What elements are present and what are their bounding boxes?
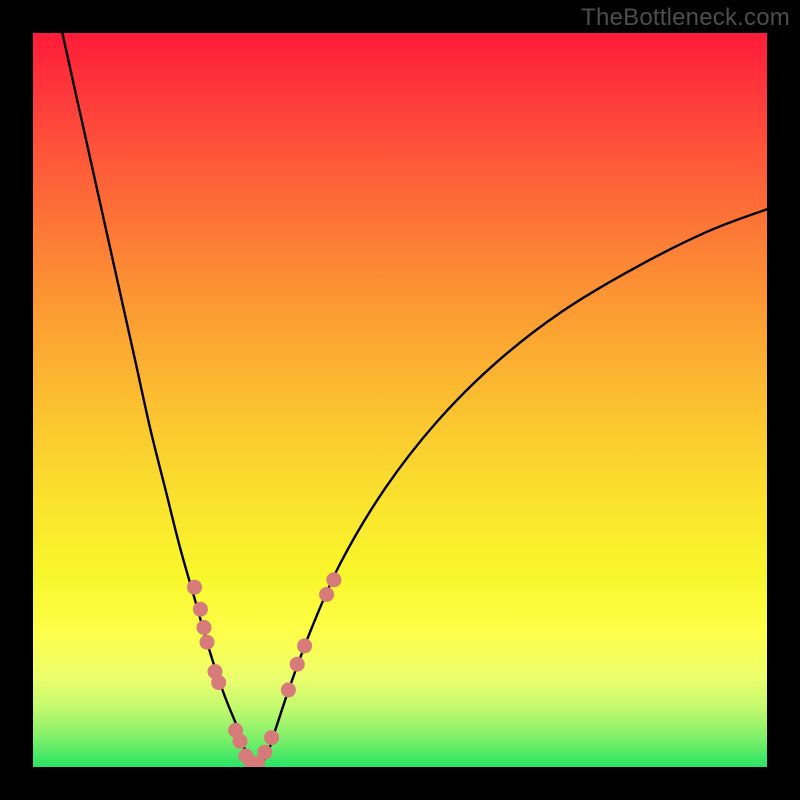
highlight-dot [264, 730, 279, 745]
highlight-dot [297, 638, 312, 653]
highlight-dot [233, 734, 248, 749]
bottleneck-curve [62, 33, 767, 765]
highlight-dot [197, 620, 212, 635]
highlight-dot [281, 682, 296, 697]
highlight-dots [187, 572, 341, 767]
watermark-text: TheBottleneck.com [581, 4, 790, 32]
curve-layer [33, 33, 767, 767]
highlight-dot [326, 572, 341, 587]
highlight-dot [257, 745, 272, 760]
chart-frame: TheBottleneck.com [0, 0, 800, 800]
highlight-dot [290, 657, 305, 672]
highlight-dot [211, 675, 226, 690]
highlight-dot [319, 587, 334, 602]
highlight-dot [187, 580, 202, 595]
plot-area [33, 33, 767, 767]
highlight-dot [193, 602, 208, 617]
highlight-dot [200, 635, 215, 650]
